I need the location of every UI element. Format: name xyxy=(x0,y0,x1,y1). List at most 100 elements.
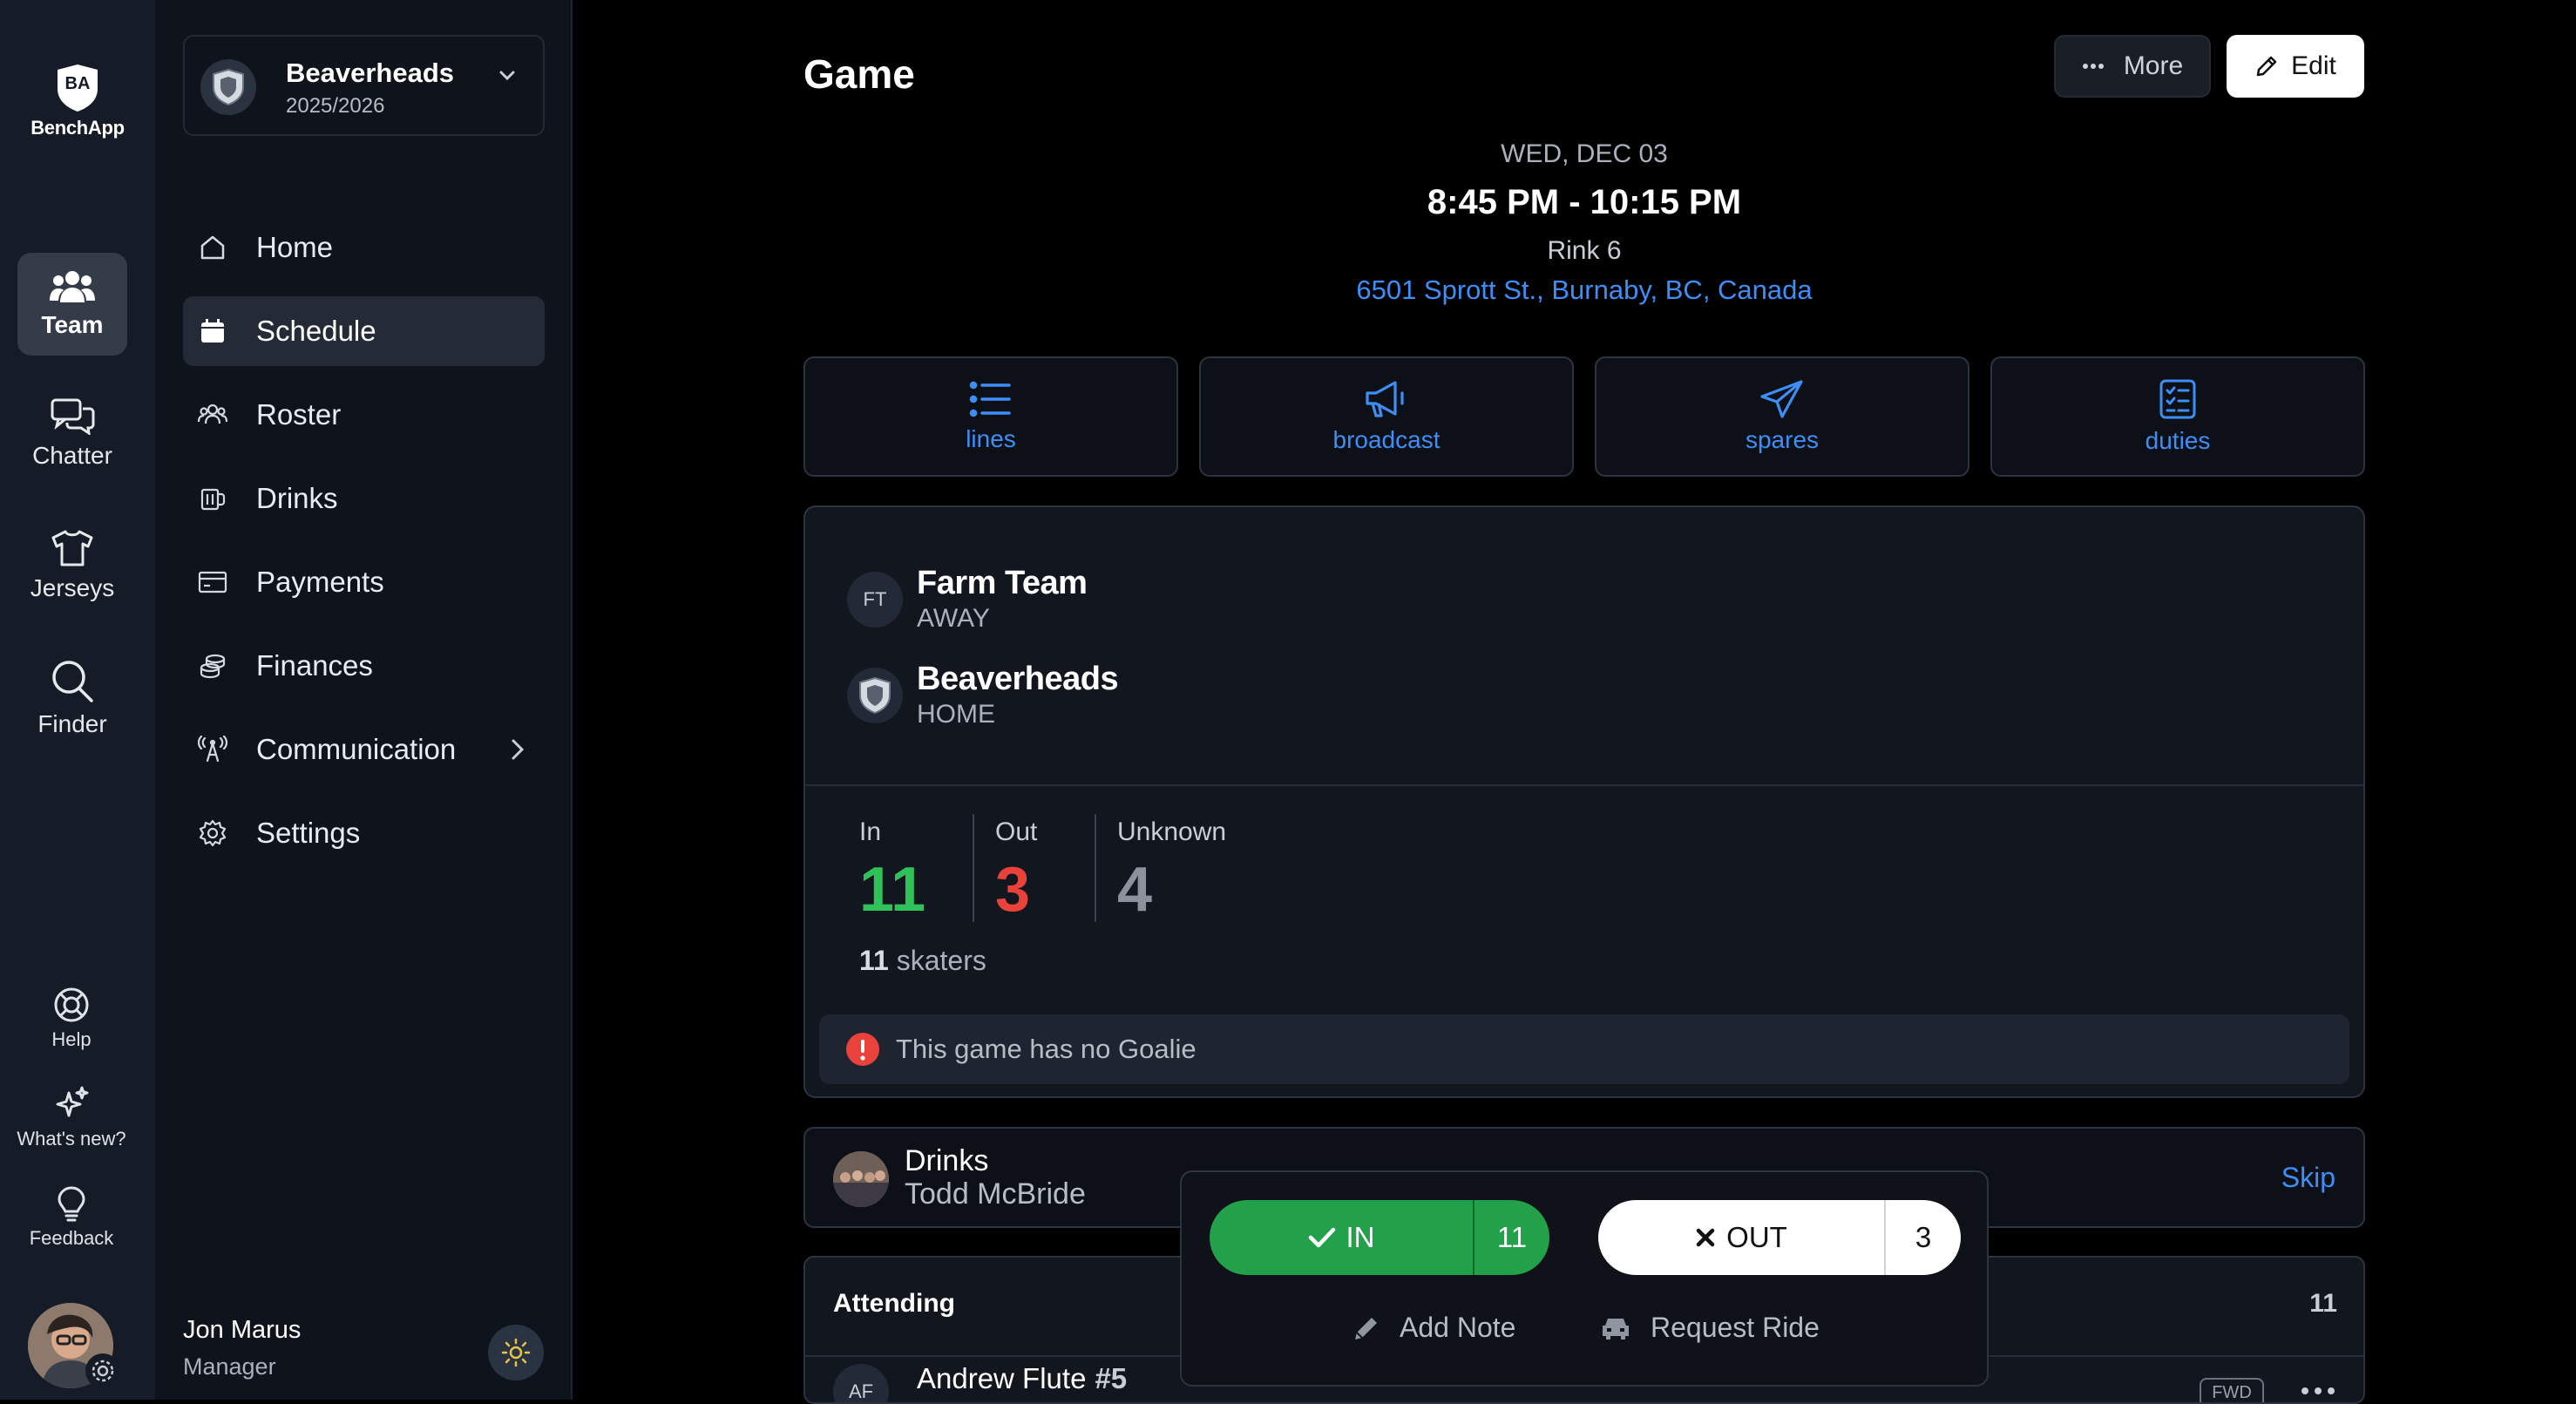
away-team[interactable]: FT Farm Team AWAY xyxy=(847,565,1088,634)
attending-header: Attending xyxy=(833,1289,955,1318)
jersey-icon xyxy=(51,530,93,566)
pencil-icon xyxy=(1355,1317,1377,1340)
team-crest-icon xyxy=(200,59,256,115)
request-ride-label: Request Ride xyxy=(1651,1312,1820,1343)
request-ride-button[interactable]: Request Ride xyxy=(1600,1312,1820,1344)
rsvp-in-button[interactable]: IN 11 xyxy=(1210,1200,1549,1275)
away-team-name: Farm Team xyxy=(917,565,1088,601)
skaters-count: 11 xyxy=(859,945,889,976)
rsvp-out-button[interactable]: OUT 3 xyxy=(1598,1200,1961,1275)
card-divider xyxy=(805,784,2363,786)
team-crest-icon xyxy=(847,667,903,723)
alert-icon xyxy=(846,1033,879,1066)
rail-label-jerseys: Jerseys xyxy=(30,574,115,601)
add-note-label: Add Note xyxy=(1400,1312,1516,1343)
current-user: Jon Marus Manager xyxy=(183,1316,301,1380)
gear-icon xyxy=(92,1360,114,1382)
skaters-label: skaters xyxy=(896,945,986,976)
rsvp-out-label: OUT xyxy=(1726,1221,1787,1253)
ellipsis-icon[interactable] xyxy=(2301,1387,2335,1395)
user-role: Manager xyxy=(183,1353,276,1380)
rail-item-chatter[interactable]: Chatter xyxy=(17,397,127,470)
more-label: More xyxy=(2123,51,2184,80)
rail-label-feedback: Feedback xyxy=(29,1227,114,1249)
sidebar-item-label: Payments xyxy=(256,566,384,598)
page-title: Game xyxy=(803,51,915,97)
rail-label-finder: Finder xyxy=(37,710,107,737)
sidebar-item-payments[interactable]: Payments xyxy=(183,547,545,617)
calendar-icon xyxy=(197,315,228,347)
duty-person: Todd McBride xyxy=(905,1177,1086,1211)
home-label: HOME xyxy=(917,700,995,729)
stat-in[interactable]: In 11 xyxy=(859,817,925,926)
roster-icon xyxy=(197,399,228,431)
duties-button[interactable]: duties xyxy=(1990,356,2365,477)
sidebar-item-home[interactable]: Home xyxy=(183,213,545,282)
duty-team-photo xyxy=(833,1151,889,1207)
sidebar-item-roster[interactable]: Roster xyxy=(183,380,545,450)
event-rink: Rink 6 xyxy=(1547,236,1622,265)
gear-icon xyxy=(197,817,228,849)
rail-label-whats-new: What's new? xyxy=(17,1128,126,1150)
home-icon xyxy=(197,232,228,263)
rail-item-jerseys[interactable]: Jerseys xyxy=(17,529,127,602)
edit-button[interactable]: Edit xyxy=(2227,35,2364,98)
rail-item-whats-new[interactable]: What's new? xyxy=(0,1086,143,1150)
rail-item-help[interactable]: Help xyxy=(0,987,143,1051)
no-goalie-warning: This game has no Goalie xyxy=(819,1014,2349,1084)
stat-divider xyxy=(1095,814,1096,922)
stat-unknown[interactable]: Unknown 4 xyxy=(1117,817,1226,926)
skip-button[interactable]: Skip xyxy=(2281,1162,2335,1194)
user-name: Jon Marus xyxy=(183,1316,302,1344)
warning-text: This game has no Goalie xyxy=(896,1034,1196,1064)
stat-out[interactable]: Out 3 xyxy=(995,817,1037,926)
payments-icon xyxy=(197,566,228,598)
rsvp-out-count: 3 xyxy=(1915,1221,1932,1253)
app-rail: BA BenchApp Team Chatter Jerseys Finder xyxy=(0,0,155,1400)
sidebar-item-communication[interactable]: Communication xyxy=(183,715,545,784)
chevron-down-icon xyxy=(499,71,515,81)
chevron-right-icon xyxy=(512,739,525,760)
list-icon xyxy=(969,381,1011,417)
theme-toggle-button[interactable] xyxy=(488,1325,544,1380)
sidebar-item-drinks[interactable]: Drinks xyxy=(183,464,545,533)
event-date: WED, DEC 03 xyxy=(1501,139,1668,168)
sidebar-item-label: Finances xyxy=(256,649,373,682)
more-button[interactable]: More xyxy=(2054,35,2211,98)
lines-label: lines xyxy=(966,425,1016,452)
rsvp-panel: IN 11 OUT 3 Add Note Request Ride xyxy=(1180,1170,1989,1387)
event-address-link[interactable]: 6501 Sprott St., Burnaby, BC, Canada xyxy=(803,275,2365,306)
spares-button[interactable]: spares xyxy=(1595,356,1969,477)
close-icon xyxy=(1696,1228,1715,1247)
drinks-icon xyxy=(197,483,228,514)
duty-title: Drinks xyxy=(905,1144,989,1177)
pencil-icon xyxy=(2256,56,2277,77)
broadcast-tower-icon xyxy=(197,734,228,765)
rail-item-finder[interactable]: Finder xyxy=(17,660,127,738)
account-settings-badge[interactable] xyxy=(85,1353,120,1388)
team-switcher[interactable]: Beaverheads 2025/2026 xyxy=(183,35,545,136)
stat-unknown-label: Unknown xyxy=(1117,817,1227,846)
sidebar-item-schedule[interactable]: Schedule xyxy=(183,296,545,366)
skaters-summary: 11 skaters xyxy=(859,945,986,977)
car-icon xyxy=(1603,1318,1629,1340)
spares-label: spares xyxy=(1745,426,1820,453)
add-note-button[interactable]: Add Note xyxy=(1352,1312,1515,1344)
sidebar-item-settings[interactable]: Settings xyxy=(183,798,545,868)
sidebar-item-label: Schedule xyxy=(256,315,376,347)
home-team[interactable]: Beaverheads HOME xyxy=(847,661,1119,729)
broadcast-label: broadcast xyxy=(1332,426,1441,453)
rail-label-team: Team xyxy=(41,311,104,338)
svg-text:BA: BA xyxy=(65,74,91,93)
search-icon xyxy=(52,661,93,702)
player-name-row[interactable]: Andrew Flute #5 xyxy=(917,1362,1127,1395)
broadcast-button[interactable]: broadcast xyxy=(1199,356,1574,477)
lines-button[interactable]: lines xyxy=(803,356,1178,477)
rail-label-help: Help xyxy=(51,1028,92,1050)
sidebar-item-finances[interactable]: Finances xyxy=(183,631,545,701)
stat-in-value: 11 xyxy=(859,855,926,925)
rail-item-team[interactable]: Team xyxy=(17,253,127,356)
rail-item-feedback[interactable]: Feedback xyxy=(0,1185,143,1250)
sidebar-item-label: Drinks xyxy=(256,482,338,514)
benchapp-logo[interactable]: BA BenchApp xyxy=(0,63,155,139)
